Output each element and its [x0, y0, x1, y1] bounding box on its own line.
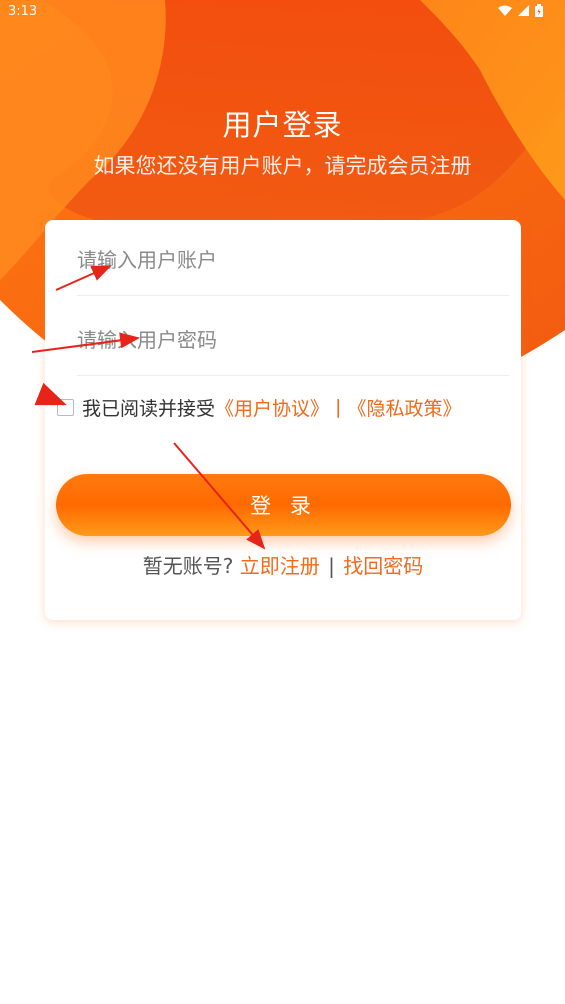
user-agreement-link[interactable]: 《用户协议》 — [215, 394, 329, 421]
login-card: 我已阅读并接受 《用户协议》 | 《隐私政策》 登 录 暂无账号? 立即注册 |… — [45, 220, 521, 620]
status-icons — [498, 4, 543, 21]
agreement-prefix: 我已阅读并接受 — [82, 397, 216, 420]
agreement-row: 我已阅读并接受 《用户协议》 | 《隐私政策》 — [57, 392, 461, 422]
username-input[interactable] — [77, 225, 509, 295]
forgot-password-link[interactable]: 找回密码 — [343, 554, 423, 578]
status-bar: 3:13 — [0, 0, 565, 24]
no-account-text: 暂无账号? — [142, 554, 234, 578]
status-time: 3:13 — [8, 4, 38, 19]
username-field-row — [77, 225, 509, 296]
links-divider: | — [328, 554, 335, 578]
privacy-policy-link[interactable]: 《隐私政策》 — [347, 394, 461, 421]
battery-icon — [535, 4, 543, 21]
page-subtitle: 如果您还没有用户账户，请完成会员注册 — [93, 154, 472, 178]
page-title: 用户登录 — [222, 108, 343, 142]
password-input[interactable] — [77, 305, 509, 375]
bottom-links: 暂无账号? 立即注册 | 找回密码 — [45, 550, 521, 579]
password-field-row — [77, 305, 509, 376]
agreement-separator: | — [335, 396, 342, 418]
signal-icon — [518, 5, 529, 20]
login-button[interactable]: 登 录 — [56, 474, 511, 536]
wifi-icon — [498, 5, 512, 20]
register-link[interactable]: 立即注册 — [240, 554, 320, 578]
agreement-checkbox[interactable] — [57, 398, 74, 416]
